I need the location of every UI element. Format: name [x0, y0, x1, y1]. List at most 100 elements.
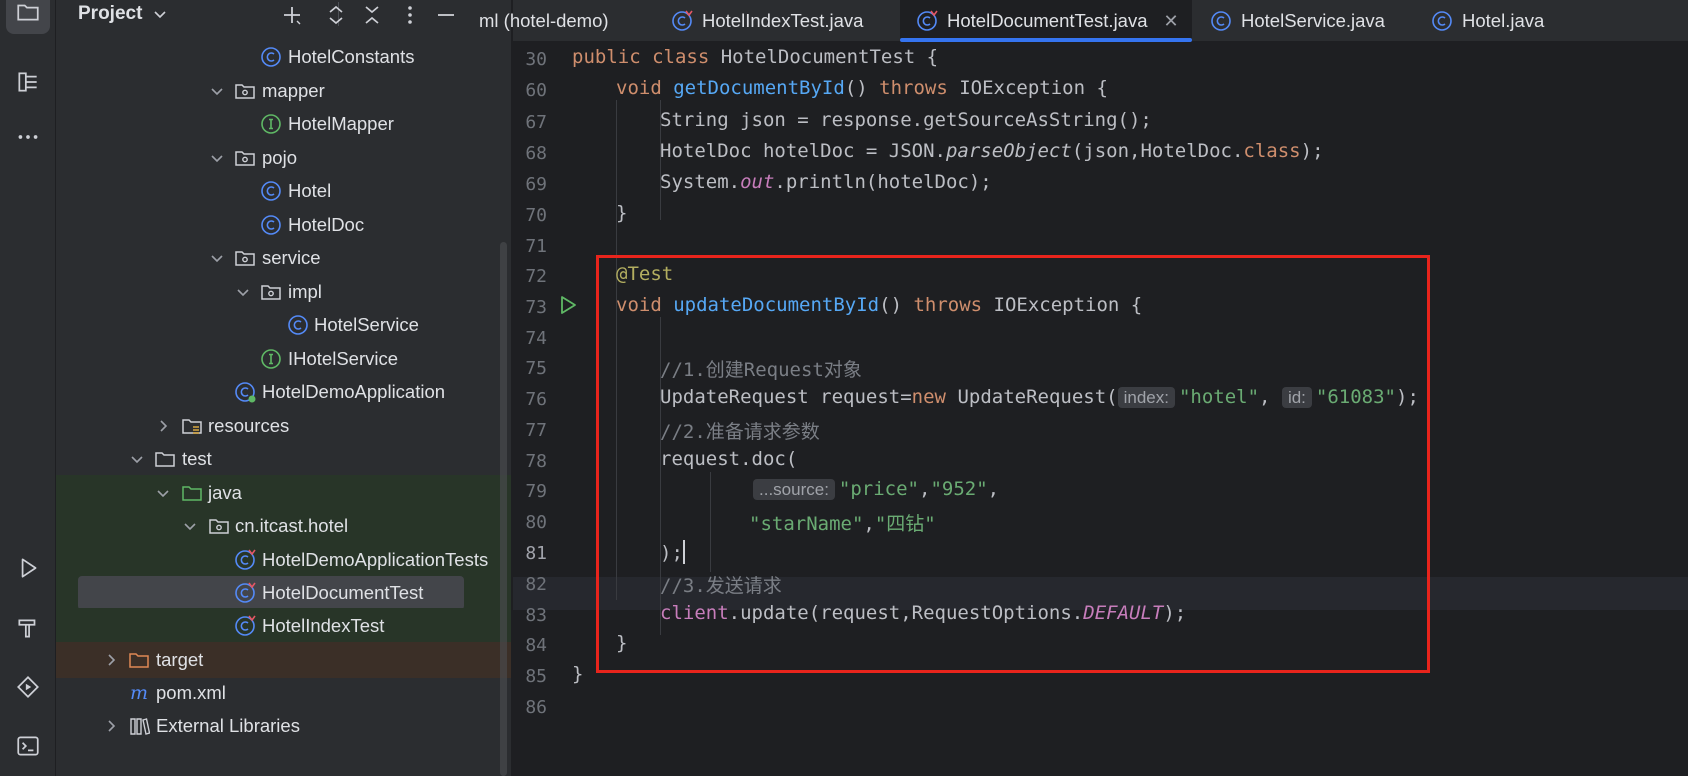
- options-button[interactable]: [396, 2, 424, 28]
- tree-item-hotel[interactable]: Hotel: [56, 173, 511, 209]
- tab-pom-xml[interactable]: ml (hotel-demo): [479, 0, 639, 42]
- resources-folder-icon: [182, 419, 202, 434]
- tree-item-label: HotelIndexTest: [262, 615, 385, 636]
- test-class-icon: [235, 615, 256, 636]
- tree-item-hoteldocumenttest[interactable]: HotelDocumentTest: [56, 575, 511, 611]
- close-icon[interactable]: ✕: [1164, 11, 1179, 32]
- test-source-folder-icon: [182, 486, 202, 501]
- line-number: 73: [525, 297, 547, 318]
- tab-hotelservice[interactable]: HotelService.java: [1210, 0, 1430, 42]
- tree-item-pom-xml[interactable]: m pom.xml: [56, 675, 511, 711]
- line-number: 67: [525, 112, 547, 133]
- tab-hotelindextest[interactable]: HotelIndexTest.java: [671, 0, 901, 42]
- tree-item-java[interactable]: java: [56, 475, 511, 511]
- line-number: 75: [525, 358, 547, 379]
- project-panel-title[interactable]: Project: [78, 3, 142, 25]
- tree-item-hoteldemoapplication[interactable]: HotelDemoApplication: [56, 374, 511, 410]
- interface-icon: [261, 349, 281, 369]
- tree-item-label: HotelDemoApplicationTests: [262, 549, 489, 570]
- build-tool-button[interactable]: [6, 606, 50, 650]
- kebab-menu-icon: [408, 6, 412, 24]
- terminal-icon: [17, 736, 39, 756]
- line-number: 80: [525, 512, 547, 533]
- tree-item-external-libraries[interactable]: External Libraries: [56, 708, 511, 744]
- line-number: 84: [525, 635, 547, 656]
- plus-icon: [284, 7, 301, 25]
- tab-hoteldocumenttest[interactable]: HotelDocumentTest.java ✕: [900, 0, 1192, 42]
- tree-item-label: service: [262, 247, 321, 268]
- project-panel: Project HotelConstants mapper HotelMappe…: [56, 0, 512, 776]
- project-panel-header: Project: [56, 0, 511, 28]
- structure-tool-button[interactable]: [6, 60, 50, 104]
- line-number: 71: [525, 236, 547, 257]
- chevron-down-icon[interactable]: [208, 149, 226, 167]
- new-file-button[interactable]: [278, 2, 306, 28]
- tree-item-label: resources: [208, 415, 290, 436]
- services-tool-button[interactable]: [6, 665, 50, 709]
- chevron-down-icon[interactable]: [152, 6, 168, 22]
- folder-icon: [17, 4, 39, 21]
- tree-item-hotelindextest[interactable]: HotelIndexTest: [56, 608, 511, 644]
- tree-item-mapper[interactable]: mapper: [56, 73, 511, 109]
- tree-item-target[interactable]: target: [56, 642, 511, 678]
- tree-item-impl[interactable]: impl: [56, 274, 511, 310]
- tree-item-pojo[interactable]: pojo: [56, 140, 511, 176]
- hide-panel-button[interactable]: [432, 2, 460, 28]
- interface-icon: [261, 114, 281, 134]
- test-class-icon: [672, 10, 693, 31]
- tab-label: ml (hotel-demo): [479, 10, 609, 31]
- chevron-down-icon[interactable]: [234, 283, 252, 301]
- chevron-down-icon[interactable]: [154, 484, 172, 502]
- spring-class-icon: [235, 382, 256, 403]
- line-number: 86: [525, 697, 547, 718]
- project-tool-button[interactable]: [6, 0, 50, 34]
- code-line-70: }: [616, 202, 628, 224]
- chevron-down-icon[interactable]: [208, 249, 226, 267]
- tree-item-label: HotelMapper: [288, 113, 394, 134]
- line-number: 30: [525, 49, 547, 70]
- terminal-tool-button[interactable]: [6, 724, 50, 768]
- tree-item-ihotelservice[interactable]: IHotelService: [56, 341, 511, 377]
- tab-label: HotelService.java: [1241, 10, 1385, 31]
- tree-item-label: mapper: [262, 80, 325, 101]
- test-class-icon: [917, 10, 938, 31]
- chevron-right-icon[interactable]: [102, 651, 120, 669]
- chevron-down-icon[interactable]: [208, 82, 226, 100]
- chevron-right-icon[interactable]: [102, 717, 120, 735]
- tree-item-service[interactable]: service: [56, 240, 511, 276]
- tree-item-label: IHotelService: [288, 348, 399, 369]
- tree-item-cn-itcast-hotel[interactable]: cn.itcast.hotel: [56, 508, 511, 544]
- line-number: 69: [525, 174, 547, 195]
- activity-bar: [0, 0, 56, 776]
- chevron-down-icon[interactable]: [128, 450, 146, 468]
- tree-item-hotelservice[interactable]: HotelService: [56, 307, 511, 343]
- line-number: 74: [525, 328, 547, 349]
- tree-item-hoteldemoapplicationtests[interactable]: HotelDemoApplicationTests: [56, 542, 511, 578]
- code-line-68: HotelDoc hotelDoc = JSON.parseObject(jso…: [660, 140, 1324, 162]
- package-icon: [235, 84, 255, 99]
- more-tools-button[interactable]: [6, 115, 50, 159]
- tree-item-hotelmapper[interactable]: HotelMapper: [56, 106, 511, 142]
- class-icon: [261, 47, 281, 67]
- editor-tab-bar: ml (hotel-demo) HotelIndexTest.java Hote…: [479, 0, 1688, 42]
- chevron-down-icon[interactable]: [181, 517, 199, 535]
- package-icon: [235, 151, 255, 166]
- test-class-icon: [235, 582, 256, 603]
- run-tool-button[interactable]: [6, 546, 50, 590]
- class-icon: [1432, 11, 1452, 31]
- tree-item-resources[interactable]: resources: [56, 408, 511, 444]
- tree-item-hoteldoc[interactable]: HotelDoc: [56, 207, 511, 243]
- run-test-gutter-icon[interactable]: [557, 294, 579, 316]
- test-class-icon: [235, 549, 256, 570]
- code-editor[interactable]: 30 60 67 68 69 70 71 72 73 74 75 76 77 7…: [513, 42, 1688, 776]
- project-scrollbar[interactable]: [500, 242, 507, 776]
- tab-hotel[interactable]: Hotel.java: [1431, 0, 1631, 42]
- chevron-right-icon[interactable]: [154, 417, 172, 435]
- collapse-all-button[interactable]: [358, 2, 386, 28]
- svg-text:m: m: [130, 682, 148, 704]
- tree-item-hotelconstants[interactable]: HotelConstants: [56, 39, 511, 75]
- line-number: 68: [525, 143, 547, 164]
- expand-all-button[interactable]: [322, 2, 350, 28]
- tree-item-label: External Libraries: [156, 715, 300, 736]
- tree-item-test[interactable]: test: [56, 441, 511, 477]
